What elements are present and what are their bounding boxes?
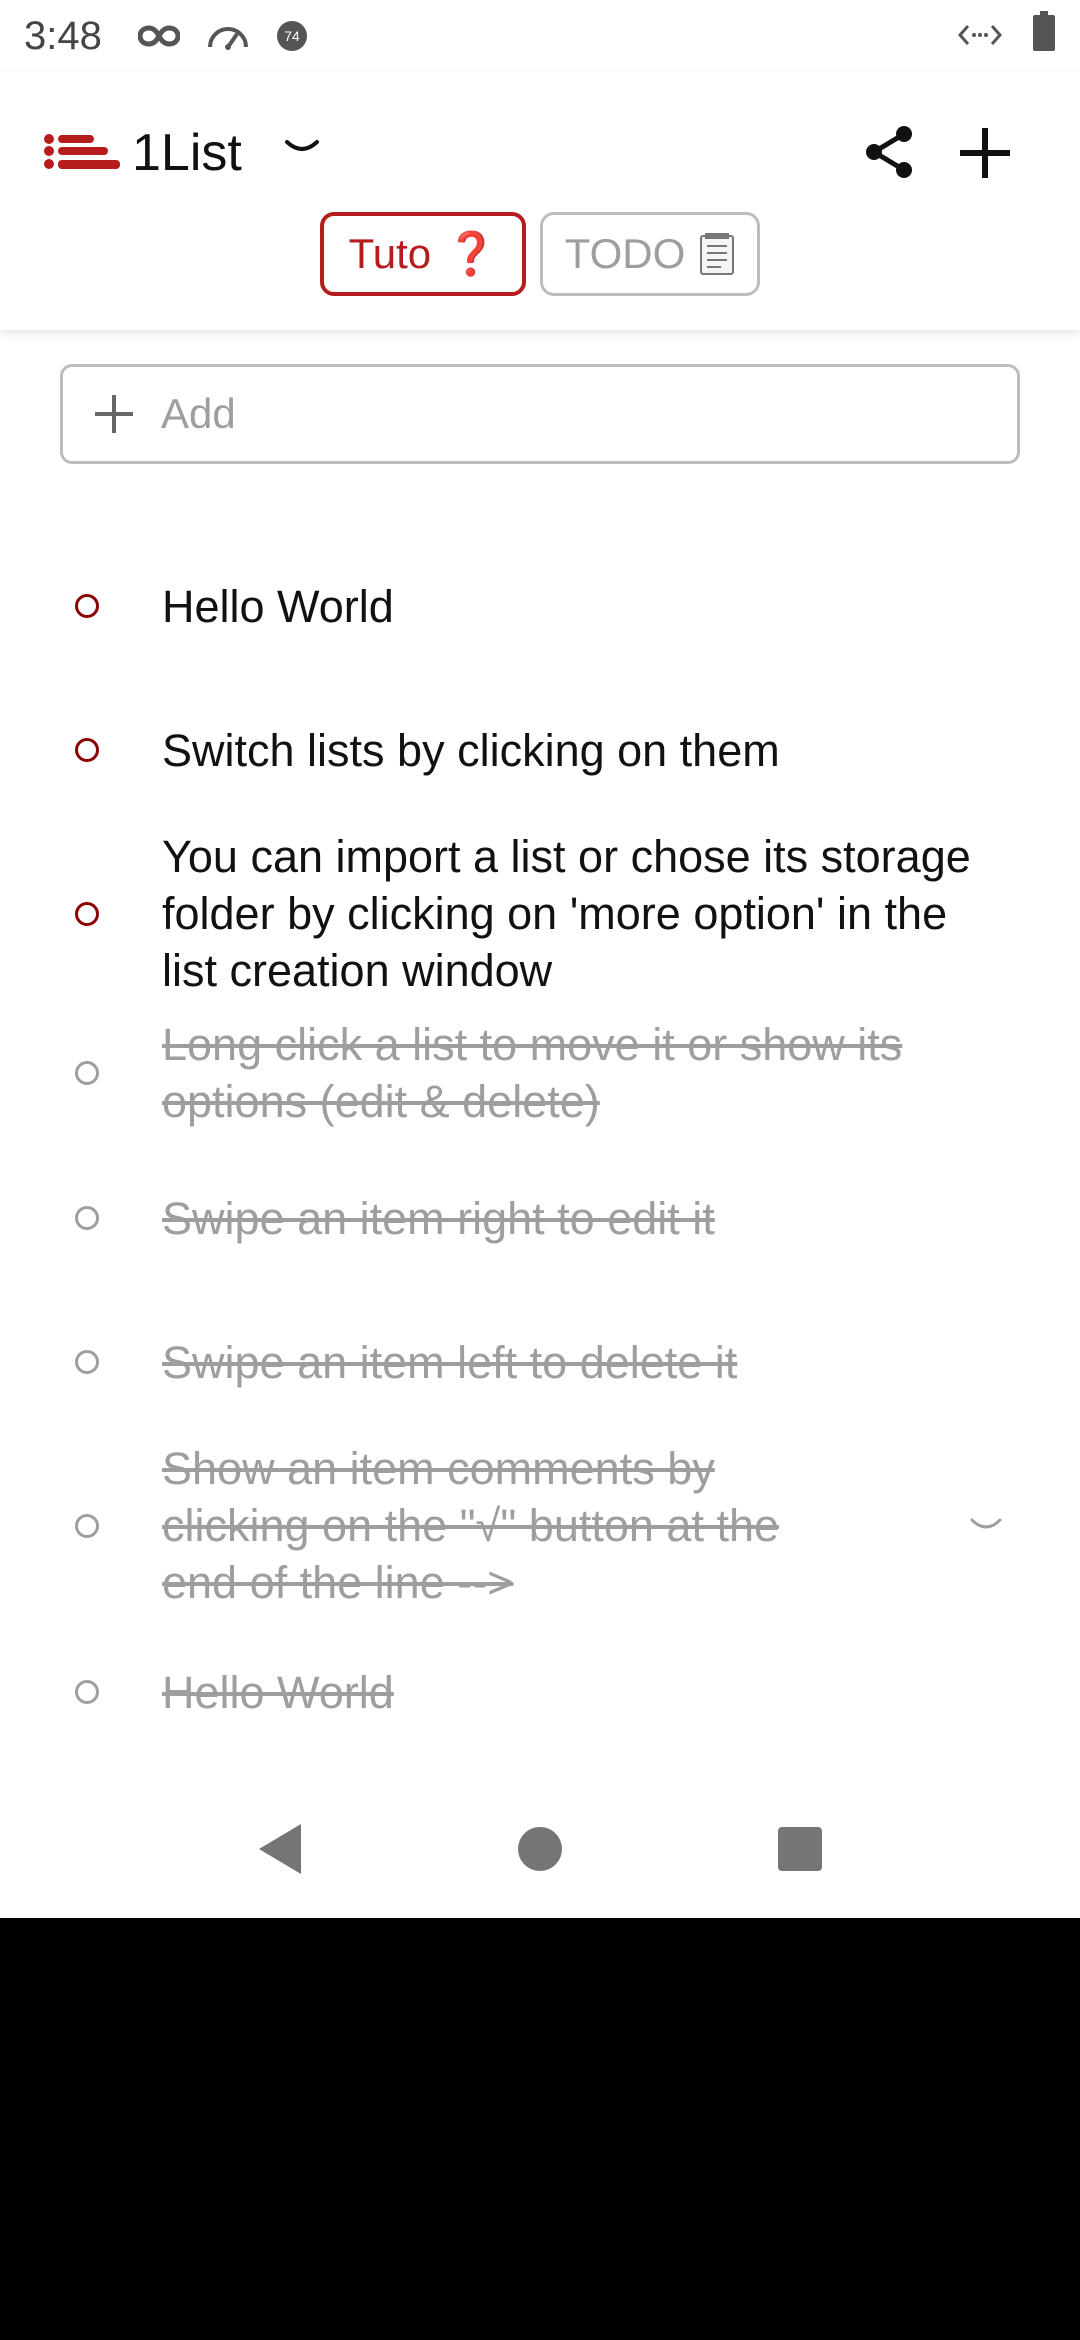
item-bullet-icon[interactable] <box>75 1061 99 1085</box>
system-nav-bar <box>0 1780 1080 1918</box>
item-text: Swipe an item right to edit it <box>162 1192 715 1244</box>
item-text: Hello World <box>162 580 394 632</box>
plus-icon <box>960 128 1010 178</box>
back-button[interactable] <box>250 1819 310 1879</box>
plus-icon <box>95 395 133 433</box>
item-text: You can import a list or chose its stora… <box>162 831 971 996</box>
share-icon <box>866 126 912 178</box>
item-bullet-icon[interactable] <box>75 1350 99 1374</box>
add-list-button[interactable] <box>956 124 1014 182</box>
item-text: Long click a list to move it or show its… <box>162 1019 903 1127</box>
tab-label: TODO <box>564 230 686 277</box>
list-title[interactable]: 1List <box>132 122 242 184</box>
list-item[interactable]: Hello World <box>0 576 1080 636</box>
item-bullet-icon[interactable] <box>75 1513 99 1538</box>
item-text: Swipe an item left to delete it <box>162 1336 738 1388</box>
item-bullet-icon[interactable] <box>75 738 99 762</box>
comment-toggle-chevron-icon[interactable] <box>966 1512 1006 1540</box>
list-item[interactable]: Show an item comments by clicking on the… <box>0 1440 1080 1611</box>
app-logo-icon <box>44 134 120 179</box>
item-bullet-icon[interactable] <box>75 1680 99 1704</box>
share-button[interactable] <box>862 124 918 180</box>
chevron-down-icon[interactable] <box>284 136 320 163</box>
back-triangle-icon <box>259 1824 301 1874</box>
question-mark-icon: ❓ <box>445 229 498 277</box>
item-bullet-icon[interactable] <box>75 594 99 618</box>
infinity-icon <box>137 24 180 48</box>
home-circle-icon <box>518 1827 562 1871</box>
status-time: 3:48 <box>24 13 102 58</box>
battery-icon <box>1032 11 1056 61</box>
app-screen: 3:48 74 1List Tuto ❓ TODO Add Hello Worl… <box>0 0 1080 1918</box>
list-item[interactable]: Swipe an item right to edit it <box>0 1188 1080 1248</box>
tab-tuto[interactable]: Tuto ❓ <box>320 212 526 296</box>
speedometer-icon <box>206 21 250 51</box>
recents-button[interactable] <box>770 1819 830 1879</box>
add-item-input[interactable] <box>161 390 981 438</box>
list-item[interactable]: You can import a list or chose its stora… <box>0 828 1080 999</box>
list-item[interactable]: Swipe an item left to delete it <box>0 1332 1080 1392</box>
tab-label: Tuto <box>348 230 432 277</box>
notepad-icon <box>699 232 735 276</box>
list-item[interactable]: Hello World <box>0 1662 1080 1722</box>
list-tabs: Tuto ❓ TODO <box>0 212 1080 296</box>
badge-count: 74 <box>284 28 300 44</box>
add-item-field[interactable] <box>60 364 1020 464</box>
notification-badge-icon: 74 <box>276 20 308 52</box>
item-text: Show an item comments by clicking on the… <box>162 1443 780 1608</box>
list-item[interactable]: Long click a list to move it or show its… <box>0 1016 1080 1130</box>
app-header: 1List Tuto ❓ TODO <box>0 72 1080 330</box>
item-bullet-icon[interactable] <box>75 1206 99 1230</box>
list-item[interactable]: Switch lists by clicking on them <box>0 720 1080 780</box>
item-bullet-icon[interactable] <box>75 901 99 926</box>
item-text: Switch lists by clicking on them <box>162 724 780 776</box>
item-text: Hello World <box>162 1666 394 1718</box>
code-arrows-icon <box>957 15 1003 58</box>
status-bar: 3:48 74 <box>0 0 1080 72</box>
tab-todo[interactable]: TODO <box>540 212 760 296</box>
home-button[interactable] <box>510 1819 570 1879</box>
recents-square-icon <box>778 1827 822 1871</box>
